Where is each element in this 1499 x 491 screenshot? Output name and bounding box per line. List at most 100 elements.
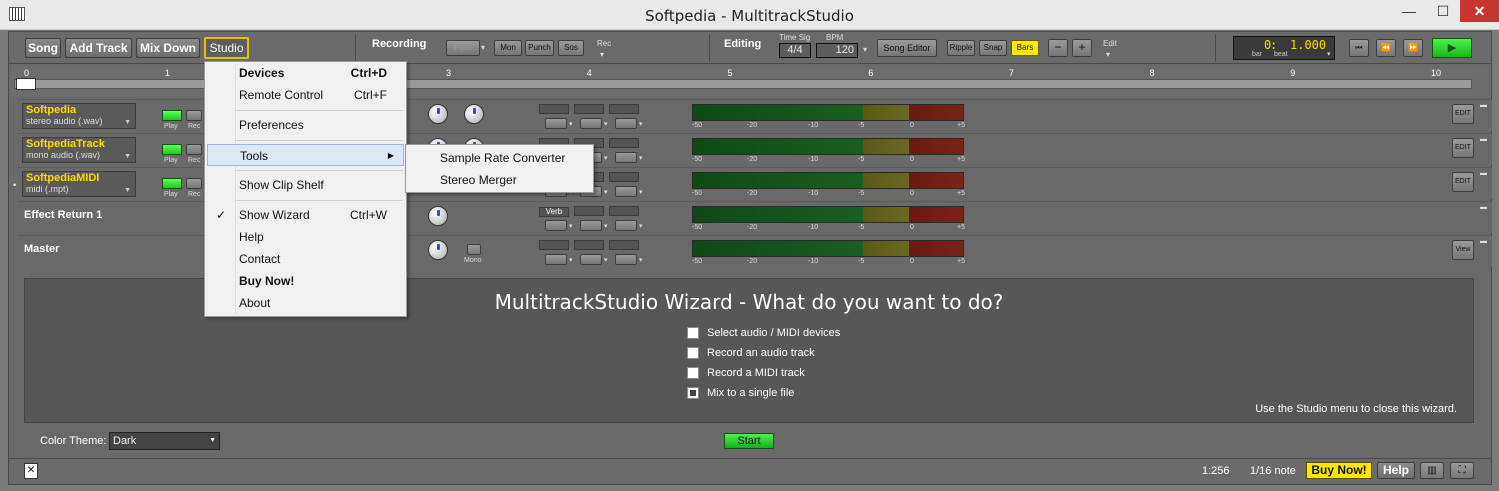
song-editor-button[interactable]: Song Editor: [877, 39, 937, 57]
chevron-down-icon[interactable]: ▾: [639, 222, 643, 230]
insert-slot[interactable]: [574, 104, 604, 114]
sos-button[interactable]: Sos: [558, 40, 584, 56]
insert-slot[interactable]: [574, 206, 604, 216]
chevron-down-icon[interactable]: ▾: [604, 188, 608, 196]
fullscreen-icon[interactable]: ⛶: [1450, 462, 1474, 479]
send-slot-verb[interactable]: Verb: [539, 207, 569, 217]
track-edit-button[interactable]: EDIT: [1452, 138, 1474, 158]
bpm-field[interactable]: 120: [816, 43, 858, 58]
insert-button[interactable]: [545, 254, 567, 265]
track-edit-button[interactable]: EDIT: [1452, 104, 1474, 124]
insert-button[interactable]: [615, 254, 637, 265]
input-dropdown-icon[interactable]: ▾: [481, 43, 485, 52]
insert-slot[interactable]: [539, 240, 569, 250]
note-resolution[interactable]: 1/16 note: [1250, 465, 1296, 477]
pan-knob[interactable]: [428, 104, 448, 124]
start-button[interactable]: Start: [724, 433, 774, 449]
track-name-box[interactable]: SoftpediaTrack mono audio (.wav) ▼: [22, 137, 136, 163]
fast-forward-icon[interactable]: ⏩: [1403, 39, 1423, 57]
studio-button[interactable]: Studio: [204, 37, 249, 59]
checkbox[interactable]: [687, 367, 699, 380]
track-edit-button[interactable]: EDIT: [1452, 172, 1474, 192]
chevron-down-icon[interactable]: ▾: [639, 188, 643, 196]
insert-slot[interactable]: [574, 240, 604, 250]
mix-down-button[interactable]: Mix Down: [136, 38, 200, 58]
menu-item-preferences[interactable]: Preferences: [207, 114, 404, 136]
master-view-button[interactable]: View: [1452, 240, 1474, 260]
volume-knob[interactable]: [464, 104, 484, 124]
trash-icon[interactable]: ✕: [24, 463, 38, 479]
rec-toggle[interactable]: [186, 144, 202, 155]
chevron-down-icon[interactable]: ▾: [604, 256, 608, 264]
wizard-option-mix[interactable]: Mix to a single file: [687, 387, 794, 401]
submenu-item-sample-rate-converter[interactable]: Sample Rate Converter: [408, 147, 591, 169]
insert-button[interactable]: [580, 220, 602, 231]
chevron-down-icon[interactable]: ▾: [569, 120, 573, 128]
insert-button[interactable]: [615, 186, 637, 197]
menu-item-buy-now[interactable]: Buy Now!: [207, 270, 404, 292]
insert-button[interactable]: [615, 152, 637, 163]
rec-dropdown-icon[interactable]: ▾: [600, 50, 604, 59]
mono-toggle[interactable]: [467, 244, 481, 255]
pan-knob[interactable]: [428, 240, 448, 260]
zoom-in-button[interactable]: +: [1072, 39, 1092, 57]
menu-item-about[interactable]: About: [207, 292, 404, 314]
checkbox[interactable]: [687, 387, 699, 400]
help-button[interactable]: Help: [1377, 462, 1415, 479]
add-track-button[interactable]: Add Track: [65, 38, 132, 58]
chevron-down-icon[interactable]: ▾: [604, 222, 608, 230]
insert-button[interactable]: [545, 118, 567, 129]
play-toggle[interactable]: [162, 144, 182, 155]
checkbox[interactable]: [687, 327, 699, 340]
wizard-option-audio-track[interactable]: Record an audio track: [687, 347, 815, 361]
time-sig-field[interactable]: 4/4: [779, 43, 811, 58]
insert-slot[interactable]: [609, 138, 639, 148]
rec-toggle[interactable]: [186, 110, 202, 121]
menu-item-tools[interactable]: Tools ▶: [207, 144, 404, 166]
insert-slot[interactable]: [609, 206, 639, 216]
close-button[interactable]: ✕: [1460, 0, 1499, 22]
position-display[interactable]: 0 : 1.000 bar beat ▾: [1233, 36, 1335, 60]
goto-start-icon[interactable]: ⏮: [1349, 39, 1369, 57]
track-name-box[interactable]: Softpedia stereo audio (.wav) ▼: [22, 103, 136, 129]
track-menu-icon[interactable]: ▬: [1480, 102, 1487, 109]
insert-button[interactable]: [545, 220, 567, 231]
track-name-box[interactable]: SoftpediaMIDI midi (.mpt) ▼: [22, 171, 136, 197]
chevron-down-icon[interactable]: ▾: [604, 154, 608, 162]
rec-toggle[interactable]: [186, 178, 202, 189]
insert-button[interactable]: [580, 254, 602, 265]
insert-slot[interactable]: [539, 104, 569, 114]
chevron-down-icon[interactable]: ▾: [639, 154, 643, 162]
wizard-option-devices[interactable]: Select audio / MIDI devices: [687, 327, 840, 341]
ripple-button[interactable]: Ripple: [947, 40, 975, 56]
track-menu-icon[interactable]: ▬: [1480, 170, 1487, 177]
insert-slot[interactable]: [609, 104, 639, 114]
menu-item-devices[interactable]: Devices Ctrl+D: [207, 62, 404, 84]
chevron-down-icon[interactable]: ▾: [569, 256, 573, 264]
playhead-marker[interactable]: [16, 78, 36, 90]
menu-item-help[interactable]: Help: [207, 226, 404, 248]
insert-slot[interactable]: [609, 172, 639, 182]
menu-item-show-clip-shelf[interactable]: Show Clip Shelf: [207, 174, 404, 196]
insert-button[interactable]: [615, 220, 637, 231]
snap-button[interactable]: Snap: [979, 40, 1007, 56]
minimize-button[interactable]: —: [1392, 0, 1426, 22]
chevron-down-icon[interactable]: ▾: [639, 256, 643, 264]
pan-knob[interactable]: [428, 206, 448, 226]
bpm-dropdown-icon[interactable]: ▾: [863, 45, 867, 54]
insert-slot[interactable]: [609, 240, 639, 250]
track-menu-icon[interactable]: ▬: [1480, 238, 1487, 245]
rewind-icon[interactable]: ⏪: [1376, 39, 1396, 57]
keyboard-icon[interactable]: ▥: [1420, 462, 1444, 479]
insert-button[interactable]: [615, 118, 637, 129]
play-icon[interactable]: ▶: [1432, 38, 1472, 58]
input-button[interactable]: Input: [446, 40, 480, 56]
edit-dropdown-icon[interactable]: ▾: [1106, 50, 1110, 59]
checkbox[interactable]: [687, 347, 699, 360]
zoom-out-button[interactable]: −: [1048, 39, 1068, 57]
bars-button[interactable]: Bars: [1011, 40, 1039, 56]
position-dropdown-icon[interactable]: ▾: [1327, 50, 1331, 58]
mon-button[interactable]: Mon: [494, 40, 522, 56]
play-toggle[interactable]: [162, 178, 182, 189]
play-toggle[interactable]: [162, 110, 182, 121]
